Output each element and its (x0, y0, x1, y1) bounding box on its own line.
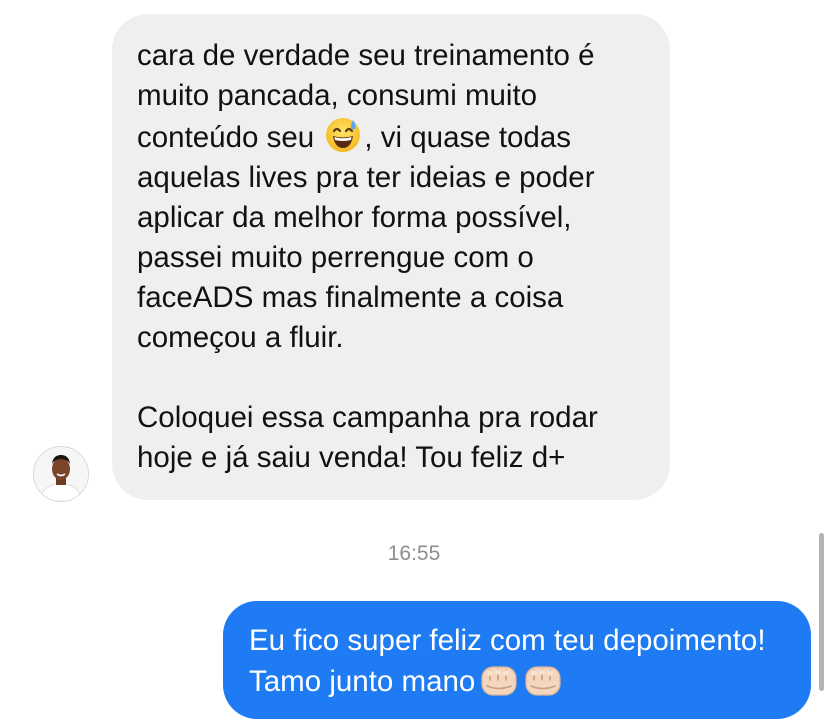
incoming-message-paragraph-1: cara de verdade seu treinamento é muito … (137, 36, 644, 358)
message-timestamp: 16:55 (387, 542, 441, 565)
outgoing-message-content: Eu fico super feliz com teu depoimento! … (249, 621, 791, 710)
fist-emoji-group (479, 661, 567, 710)
outgoing-message-bubble[interactable]: Eu fico super feliz com teu depoimento! … (223, 601, 811, 719)
grinning-sweat-emoji-icon (324, 116, 362, 154)
chat-thread: cara de verdade seu treinamento é muito … (0, 0, 828, 727)
incoming-message-paragraph-2: Coloquei essa campanha pra rodar hoje e … (137, 401, 598, 474)
incoming-message-bubble[interactable]: cara de verdade seu treinamento é muito … (112, 14, 670, 500)
scrollbar-thumb[interactable] (819, 533, 824, 691)
user-avatar-icon (34, 447, 88, 501)
incoming-text-after-emoji: , vi quase todas aquelas lives pra ter i… (137, 121, 595, 354)
contact-avatar[interactable] (33, 446, 89, 502)
oncoming-fist-emoji-icon (523, 661, 563, 699)
oncoming-fist-emoji-icon (479, 661, 519, 699)
